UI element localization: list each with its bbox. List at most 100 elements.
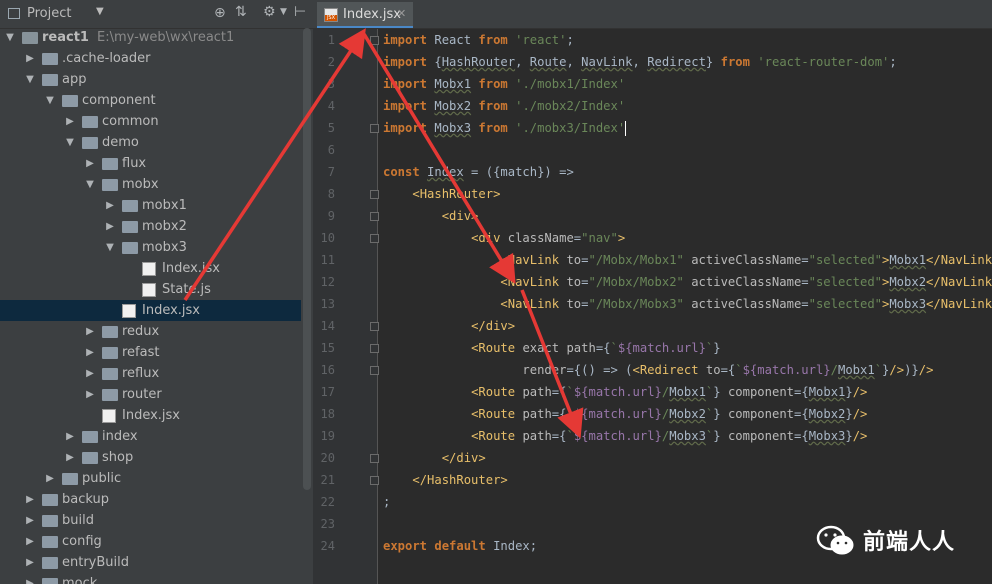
tree-item-mobx3[interactable]: ▼ mobx3 <box>0 237 301 258</box>
code-token: ={ <box>794 385 809 399</box>
collapsed-arrow-icon[interactable]: ▶ <box>44 468 56 489</box>
code-token: } <box>713 429 728 443</box>
tree-item-index-jsx[interactable]: Index.jsx <box>0 405 301 426</box>
collapsed-arrow-icon[interactable]: ▶ <box>64 111 76 132</box>
tree-item-label: State.js <box>162 282 211 297</box>
code-token: }) => <box>537 165 574 179</box>
code-token: = <box>801 253 809 267</box>
tree-item-flux[interactable]: ▶ flux <box>0 153 301 174</box>
tree-item-config[interactable]: ▶ config <box>0 531 301 552</box>
collapsed-arrow-icon[interactable]: ▶ <box>24 489 36 510</box>
tree-item-backup[interactable]: ▶ backup <box>0 489 301 510</box>
collapsed-arrow-icon[interactable]: ▶ <box>24 510 36 531</box>
close-icon[interactable]: ✕ <box>397 7 406 20</box>
expanded-arrow-icon[interactable]: ▼ <box>64 132 76 153</box>
expanded-arrow-icon[interactable]: ▼ <box>4 27 16 48</box>
expanded-arrow-icon[interactable]: ▼ <box>84 174 96 195</box>
gear-chevron-icon[interactable]: ▼ <box>280 7 287 17</box>
tree-item-refast[interactable]: ▶ refast <box>0 342 301 363</box>
code-token: 'react' <box>515 33 567 47</box>
collapsed-arrow-icon[interactable]: ▶ <box>24 531 36 552</box>
hide-panel-icon[interactable]: ⊢ <box>294 4 306 20</box>
collapsed-arrow-icon[interactable]: ▶ <box>84 384 96 405</box>
fold-marker-icon[interactable] <box>370 36 379 45</box>
fold-marker-icon[interactable] <box>370 124 379 133</box>
sidebar-scrollbar[interactable] <box>303 28 311 490</box>
code-token: <Route <box>471 407 523 421</box>
code-token: <div <box>471 231 508 245</box>
line-number: 9 <box>327 209 335 223</box>
tree-item-build[interactable]: ▶ build <box>0 510 301 531</box>
code-token: path <box>522 407 552 421</box>
code-token: /> <box>918 363 934 377</box>
code-token: <Route <box>471 429 523 443</box>
tree-item-app[interactable]: ▼ app <box>0 69 301 90</box>
collapsed-arrow-icon[interactable]: ▶ <box>104 216 116 237</box>
project-view-label[interactable]: Project <box>27 6 71 21</box>
code-line: import {HashRouter, Route, NavLink, Redi… <box>383 51 897 73</box>
tree-item-shop[interactable]: ▶ shop <box>0 447 301 468</box>
tree-item--cache-loader[interactable]: ▶ .cache-loader <box>0 48 301 69</box>
tree-item-reflux[interactable]: ▶ reflux <box>0 363 301 384</box>
tree-item-mobx2[interactable]: ▶ mobx2 <box>0 216 301 237</box>
collapsed-arrow-icon[interactable]: ▶ <box>104 195 116 216</box>
tree-item-index[interactable]: ▶ index <box>0 426 301 447</box>
expanded-arrow-icon[interactable]: ▼ <box>44 90 56 111</box>
collapsed-arrow-icon[interactable]: ▶ <box>64 426 76 447</box>
code-token: to <box>566 275 582 289</box>
tree-item-common[interactable]: ▶ common <box>0 111 301 132</box>
tree-item-index-jsx[interactable]: Index.jsx <box>0 258 301 279</box>
code-token: component <box>727 385 794 399</box>
tree-item-redux[interactable]: ▶ redux <box>0 321 301 342</box>
fold-marker-icon[interactable] <box>370 212 379 221</box>
tree-item-index-jsx[interactable]: Index.jsx <box>0 300 301 321</box>
tree-item-mobx[interactable]: ▼ mobx <box>0 174 301 195</box>
fold-marker-icon[interactable] <box>370 454 379 463</box>
folder-icon <box>42 74 58 86</box>
fold-marker-icon[interactable] <box>370 234 379 243</box>
gear-icon[interactable]: ⚙ <box>263 4 276 20</box>
code-token: ` <box>566 429 574 443</box>
tree-item-demo[interactable]: ▼ demo <box>0 132 301 153</box>
folder-icon <box>82 452 98 464</box>
tree-item-public[interactable]: ▶ public <box>0 468 301 489</box>
tab-index-jsx[interactable]: JSX Index.jsx ✕ <box>317 2 413 28</box>
code-token: import <box>383 121 428 135</box>
collapsed-arrow-icon[interactable]: ▶ <box>64 447 76 468</box>
fold-marker-icon[interactable] <box>370 190 379 199</box>
locate-icon[interactable]: ⊕ <box>214 5 226 21</box>
collapsed-arrow-icon[interactable]: ▶ <box>24 573 36 584</box>
line-number: 15 <box>320 341 335 355</box>
project-view-icon[interactable] <box>8 8 20 19</box>
collapsed-arrow-icon[interactable]: ▶ <box>84 342 96 363</box>
fold-marker-icon[interactable] <box>370 476 379 485</box>
tree-item-state-js[interactable]: State.js <box>0 279 301 300</box>
expanded-arrow-icon[interactable]: ▼ <box>104 237 116 258</box>
expanded-arrow-icon[interactable]: ▼ <box>24 69 36 90</box>
fold-marker-icon[interactable] <box>370 344 379 353</box>
collapsed-arrow-icon[interactable]: ▶ <box>24 552 36 573</box>
code-editor: JSX Index.jsx ✕ 1 2 3 4 5 6 7 8 9 10 11 12 13 14 15 16 1… <box>313 0 992 584</box>
code-token: <Route <box>471 385 523 399</box>
tree-item-entrybuild[interactable]: ▶ entryBuild <box>0 552 301 573</box>
collapsed-arrow-icon[interactable]: ▶ <box>84 321 96 342</box>
code-token: } <box>845 407 853 421</box>
fold-marker-icon[interactable] <box>370 366 379 375</box>
tree-item-react1[interactable]: ▼ react1 E:\my-web\wx\react1 <box>0 27 301 48</box>
collapsed-arrow-icon[interactable]: ▶ <box>84 363 96 384</box>
tree-item-router[interactable]: ▶ router <box>0 384 301 405</box>
code-token: import <box>383 77 428 91</box>
fold-marker-icon[interactable] <box>370 322 379 331</box>
collapsed-arrow-icon[interactable]: ▶ <box>84 153 96 174</box>
tree-item-mock[interactable]: ▶ mock <box>0 573 301 584</box>
collapsed-arrow-icon[interactable]: ▶ <box>24 48 36 69</box>
chevron-down-icon[interactable]: ▼ <box>96 6 104 17</box>
tree-item-label: mobx2 <box>142 219 187 234</box>
collapse-icon[interactable]: ⇅ <box>235 4 247 20</box>
tree-item-mobx1[interactable]: ▶ mobx1 <box>0 195 301 216</box>
tree-item-component[interactable]: ▼ component <box>0 90 301 111</box>
